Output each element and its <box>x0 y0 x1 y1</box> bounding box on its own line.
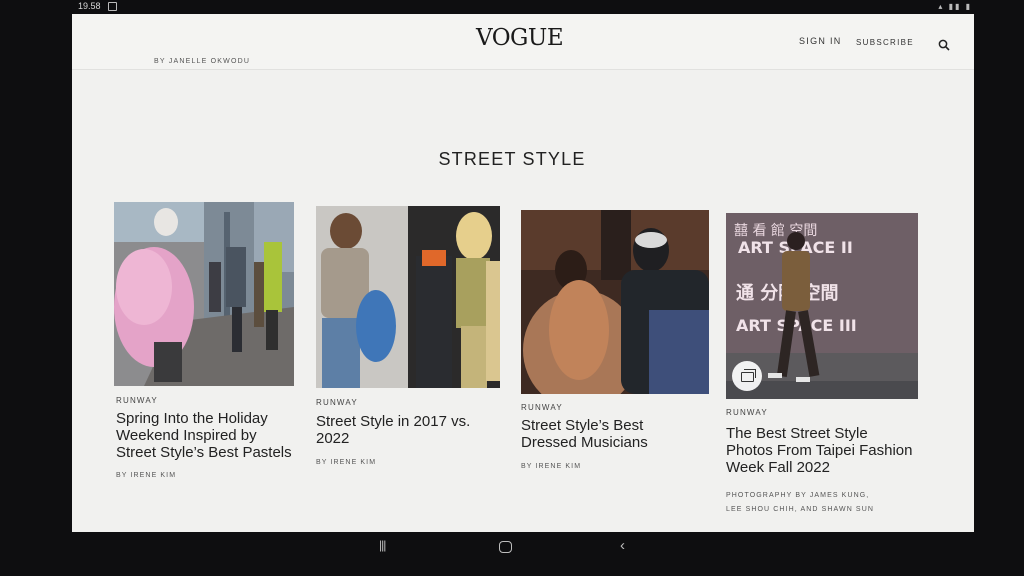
gallery-icon[interactable] <box>732 361 762 391</box>
svg-text:囍 看 館 空間: 囍 看 館 空間 <box>734 222 817 239</box>
story-category[interactable]: RUNWAY <box>726 408 768 417</box>
story-title[interactable]: The Best Street Style Photos From Taipei… <box>726 425 916 476</box>
story-card-musicians[interactable]: RUNWAY Street Style’s Best Dressed Music… <box>521 210 711 490</box>
story-card-taipei[interactable]: 囍 看 館 空間 ART SPACE II 通 分隊 空間 ART SPACE … <box>726 213 926 523</box>
status-time: 19.58 <box>78 1 101 11</box>
subscribe-link[interactable]: SUBSCRIBE <box>856 38 914 47</box>
story-author-line-2: LEE SHOU CHIH, AND SHAWN SUN <box>726 506 875 513</box>
story-category[interactable]: RUNWAY <box>316 398 358 407</box>
story-image-musicians[interactable] <box>521 210 709 394</box>
home-icon[interactable] <box>499 541 512 553</box>
story-title[interactable]: Spring Into the Holiday Weekend Inspired… <box>116 410 298 461</box>
article-byline[interactable]: BY JANELLE OKWODU <box>154 58 250 65</box>
story-image-pastels[interactable] <box>114 202 294 386</box>
story-author[interactable]: BY IRENE KIM <box>316 459 376 466</box>
story-title[interactable]: Street Style in 2017 vs. 2022 <box>316 413 496 447</box>
back-icon[interactable]: ‹ <box>620 537 625 554</box>
vogue-logo[interactable]: VOGUE <box>476 25 564 51</box>
story-card-2017-vs-2022[interactable]: RUNWAY Street Style in 2017 vs. 2022 BY … <box>316 206 502 486</box>
story-author[interactable]: BY IRENE KIM <box>116 472 176 479</box>
story-image-taipei[interactable]: 囍 看 館 空間 ART SPACE II 通 分隊 空間 ART SPACE … <box>726 213 918 399</box>
story-category[interactable]: RUNWAY <box>116 396 158 405</box>
recent-apps-icon[interactable]: ||| <box>379 538 386 552</box>
story-author[interactable]: PHOTOGRAPHY BY JAMES KUNG, LEE SHOU CHIH… <box>726 489 926 517</box>
system-nav-bar: ||| ‹ <box>0 532 1024 576</box>
browser-viewport: VOGUE SIGN IN SUBSCRIBE BY JANELLE OKWOD… <box>72 14 974 532</box>
section-title: STREET STYLE <box>438 149 586 169</box>
notification-icon <box>108 2 117 11</box>
status-bar: 19.58 ▴ ▮▮ ▮ <box>0 0 1024 14</box>
story-author[interactable]: BY IRENE KIM <box>521 463 581 470</box>
story-author-line-1: PHOTOGRAPHY BY JAMES KUNG, <box>726 492 870 499</box>
signal-battery-icon: ▴ ▮▮ ▮ <box>938 2 972 11</box>
story-card-pastels[interactable]: RUNWAY Spring Into the Holiday Weekend I… <box>114 202 296 502</box>
story-image-2017-vs-2022[interactable] <box>316 206 500 388</box>
story-title[interactable]: Street Style’s Best Dressed Musicians <box>521 417 691 451</box>
sign-in-link[interactable]: SIGN IN <box>799 36 842 46</box>
search-icon[interactable] <box>938 39 950 51</box>
story-category[interactable]: RUNWAY <box>521 403 563 412</box>
sign-text-2: ART SPACE III <box>736 316 857 335</box>
